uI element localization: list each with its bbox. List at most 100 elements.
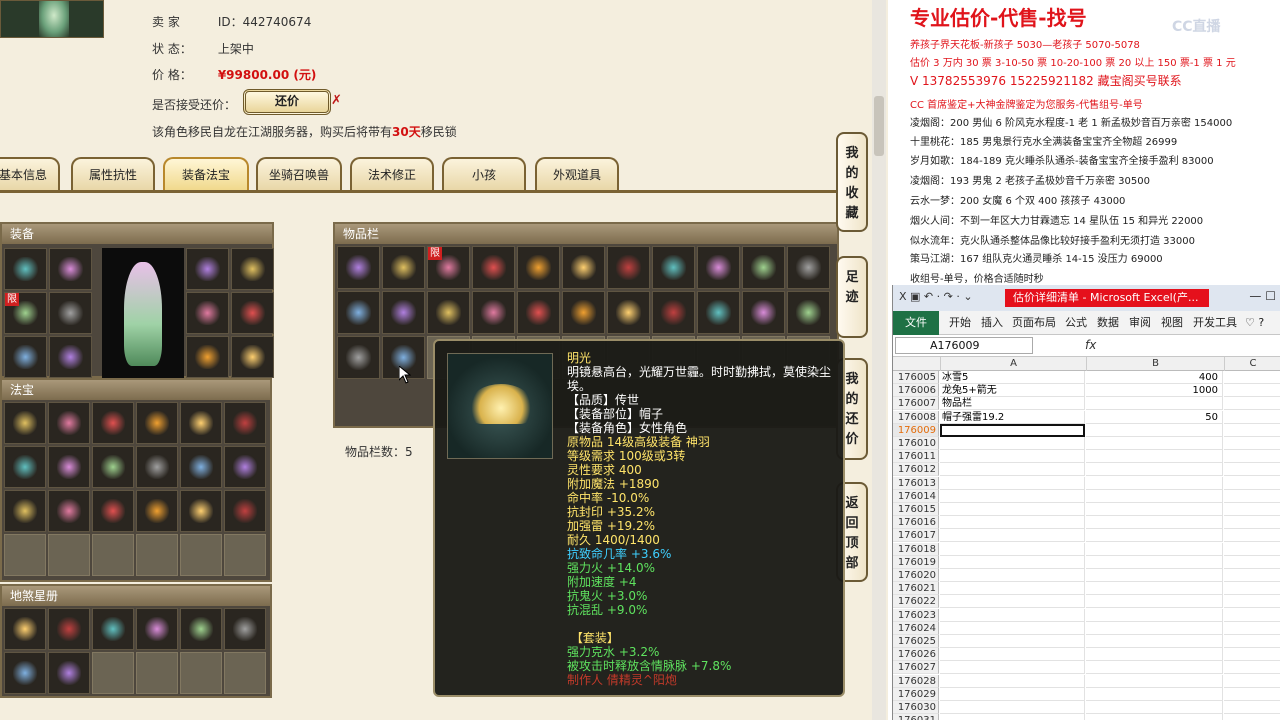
item-slot[interactable] [4, 336, 47, 378]
row-header[interactable]: 176007 [893, 397, 939, 411]
empty-slot[interactable] [136, 534, 178, 576]
cell-b[interactable]: 50 [1086, 410, 1223, 424]
cell-b[interactable] [1086, 489, 1223, 503]
cell-b[interactable] [1086, 661, 1223, 675]
cell-b[interactable] [1086, 555, 1223, 569]
cell-b[interactable] [1086, 423, 1223, 437]
item-slot[interactable] [742, 246, 785, 289]
cell-b[interactable] [1086, 503, 1223, 516]
row-header[interactable]: 176013 [893, 476, 939, 490]
cell-b[interactable] [1086, 687, 1223, 701]
cell-b[interactable] [1086, 463, 1223, 477]
cell-c[interactable] [1224, 397, 1280, 411]
row-header[interactable]: 176019 [893, 555, 939, 569]
column-header-c[interactable]: C [1224, 357, 1280, 371]
item-slot[interactable] [4, 402, 46, 444]
cell-c[interactable] [1224, 556, 1280, 569]
cell-c[interactable] [1224, 490, 1280, 503]
ribbon-tab-review[interactable]: 审阅 [1129, 311, 1151, 335]
cell-a[interactable]: 冰雪5 [940, 371, 1085, 384]
row-header[interactable]: 176025 [893, 635, 939, 648]
cell-b[interactable] [1086, 635, 1223, 648]
cell-a[interactable] [940, 595, 1085, 609]
item-slot[interactable] [48, 446, 90, 488]
item-slot[interactable] [607, 291, 650, 334]
cell-c[interactable] [1224, 582, 1280, 596]
item-slot[interactable] [136, 608, 178, 650]
cell-b[interactable] [1086, 529, 1223, 543]
empty-slot[interactable] [92, 652, 134, 694]
cell-c[interactable] [1224, 477, 1280, 490]
ribbon-tab-developer[interactable]: 开发工具 [1193, 311, 1237, 335]
row-header[interactable]: 176012 [893, 463, 939, 477]
item-slot[interactable] [517, 246, 560, 289]
bargain-button[interactable]: 还价 [243, 89, 331, 115]
item-slot[interactable] [92, 490, 134, 532]
row-header[interactable]: 176009 [893, 423, 939, 437]
cell-c[interactable] [1224, 701, 1280, 714]
row-header[interactable]: 176022 [893, 595, 939, 609]
item-slot[interactable] [787, 246, 830, 289]
item-slot[interactable]: 限 [427, 246, 470, 289]
row-header[interactable]: 176011 [893, 450, 939, 464]
item-slot[interactable] [231, 336, 274, 378]
cell-a[interactable] [940, 661, 1085, 675]
window-controls[interactable]: — ☐ [1249, 289, 1276, 303]
row-header[interactable]: 176018 [893, 542, 939, 556]
cell-b[interactable] [1086, 437, 1223, 450]
cell-b[interactable] [1086, 476, 1223, 490]
item-slot[interactable] [224, 402, 266, 444]
cell-b[interactable]: 400 [1086, 371, 1223, 384]
row-header[interactable]: 176028 [893, 674, 939, 688]
cell-c[interactable] [1224, 675, 1280, 688]
cell-a[interactable]: 龙兔5+箭无 [940, 384, 1085, 398]
cell-c[interactable] [1224, 424, 1280, 437]
item-slot[interactable] [49, 248, 92, 290]
empty-slot[interactable] [180, 534, 222, 576]
ribbon-tab-page-layout[interactable]: 页面布局 [1012, 311, 1056, 335]
row-header[interactable]: 176017 [893, 529, 939, 543]
item-slot[interactable] [4, 490, 46, 532]
ribbon-tab-formulas[interactable]: 公式 [1065, 311, 1087, 335]
item-slot[interactable] [517, 291, 560, 334]
cell-c[interactable] [1224, 450, 1280, 464]
row-header[interactable]: 176016 [893, 516, 939, 530]
cell-b[interactable] [1086, 701, 1223, 714]
cell-c[interactable] [1224, 714, 1280, 720]
cell-a[interactable] [940, 701, 1085, 714]
item-slot[interactable] [4, 608, 46, 650]
item-slot[interactable] [337, 246, 380, 289]
cell-a[interactable] [940, 423, 1085, 437]
cell-c[interactable] [1224, 661, 1280, 675]
item-slot[interactable] [231, 292, 274, 334]
item-slot[interactable] [92, 608, 134, 650]
empty-slot[interactable] [92, 534, 134, 576]
tab-basic-info[interactable]: 基本信息 [0, 157, 60, 191]
cell-a[interactable]: 物品栏 [940, 397, 1085, 411]
row-header[interactable]: 176020 [893, 569, 939, 582]
item-slot[interactable] [472, 246, 515, 289]
item-slot[interactable]: 限 [4, 292, 47, 334]
cell-c[interactable] [1224, 688, 1280, 701]
row-header[interactable]: 176006 [893, 384, 939, 398]
row-header[interactable]: 176005 [893, 371, 939, 384]
cell-a[interactable] [940, 648, 1085, 662]
tab-spell-mods[interactable]: 法术修正 [350, 157, 434, 191]
cell-b[interactable] [1086, 648, 1223, 662]
item-slot[interactable] [337, 336, 380, 379]
row-header[interactable]: 176027 [893, 661, 939, 675]
item-slot[interactable] [92, 446, 134, 488]
cell-b[interactable] [1086, 569, 1223, 582]
item-slot[interactable] [186, 248, 229, 290]
item-slot[interactable] [180, 402, 222, 444]
item-slot[interactable] [92, 402, 134, 444]
column-header-a[interactable]: A [940, 357, 1086, 371]
fx-icon[interactable]: fx [1085, 338, 1096, 352]
item-slot[interactable] [180, 490, 222, 532]
scrollbar-thumb[interactable] [874, 96, 884, 156]
cell-a[interactable] [940, 621, 1085, 635]
cell-a[interactable] [940, 450, 1085, 464]
cell-b[interactable] [1086, 516, 1223, 530]
cell-b[interactable] [1086, 542, 1223, 556]
footprint-button[interactable]: 足迹 [836, 256, 868, 338]
